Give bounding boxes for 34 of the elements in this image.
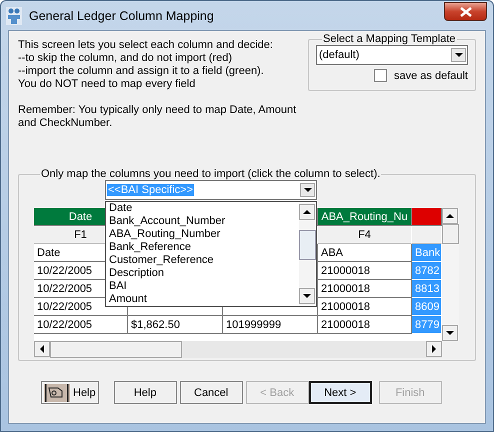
dialog-button[interactable]: Cancel <box>180 381 243 404</box>
column-header[interactable] <box>412 208 442 226</box>
instruction-text: --to skip the column, and do not import (red) <box>18 52 233 65</box>
table-cell: 8609 <box>412 298 442 316</box>
close-icon <box>460 6 472 16</box>
table-cell: 8779 <box>412 316 442 334</box>
table-cell: 8782 <box>412 262 442 280</box>
table-cell: $1,862.50 <box>128 316 223 334</box>
field-header[interactable]: F4 <box>318 226 412 244</box>
help-button[interactable]: Help <box>41 381 99 404</box>
dialog-button[interactable]: Help <box>114 381 177 404</box>
instruction-text: --import the column and assign it to a field (green). <box>18 65 265 78</box>
horizontal-scrollbar[interactable] <box>34 341 442 358</box>
table-cell: Bank <box>412 244 442 262</box>
instruction-text: This screen lets you select each column and decide: <box>18 39 274 52</box>
people-icon <box>6 6 22 24</box>
table-cell: 101999999 <box>223 316 318 334</box>
group-legend: Select a Mapping Template <box>322 33 456 45</box>
column-header[interactable]: ABA_Routing_Nu <box>318 208 412 226</box>
checkbox-label: save as default <box>394 70 468 82</box>
save-default-checkbox[interactable] <box>374 69 387 82</box>
group-legend: Only map the columns you need to import (click the column to select). <box>40 168 382 180</box>
field-header[interactable] <box>412 226 442 244</box>
instruction-text: You do NOT need to map every field <box>18 78 196 91</box>
projector-icon <box>44 384 70 402</box>
vertical-scrollbar[interactable] <box>442 208 459 341</box>
window-title: General Ledger Column Mapping <box>29 8 215 22</box>
table-cell: 10/22/2005 <box>34 316 128 334</box>
table-cell: 8813 <box>412 280 442 298</box>
template-dropdown[interactable]: (default) <box>316 45 468 65</box>
dialog-button[interactable]: Next > <box>308 381 372 404</box>
close-button[interactable] <box>444 2 487 21</box>
list-scrollbar[interactable] <box>299 202 316 306</box>
reminder-text: Remember: You typically only need to map Date, Amount and CheckNumber. <box>18 104 298 130</box>
